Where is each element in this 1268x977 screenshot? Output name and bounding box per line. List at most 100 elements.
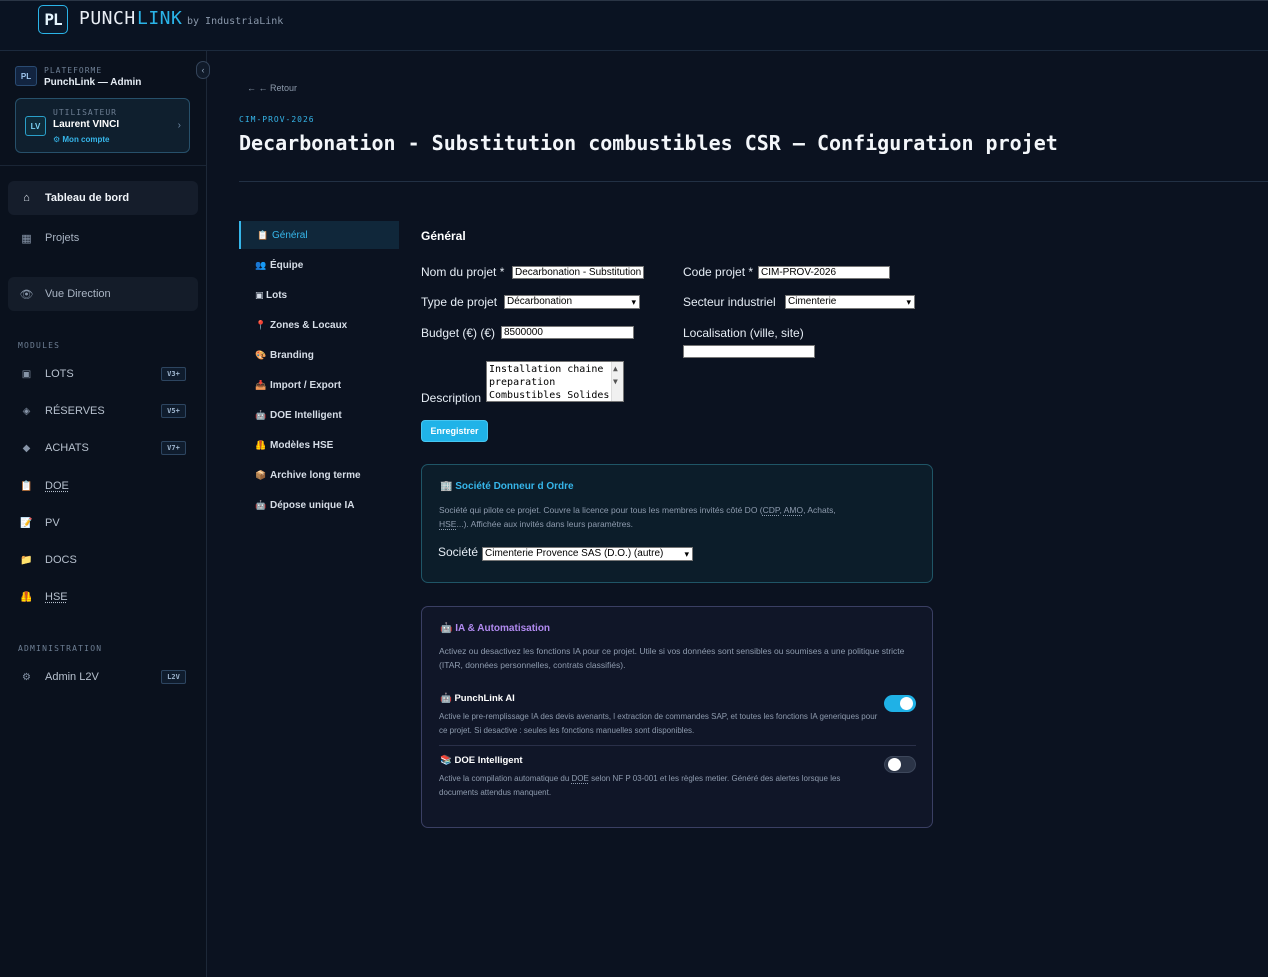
tab-lots[interactable]: ▣ Lots [239, 281, 399, 309]
page-title: Decarbonation - Substitution combustible… [239, 131, 1058, 155]
main-content: ← ← Retour CIM-PROV-2026 Decarbonation -… [207, 51, 1268, 977]
card-title: 🤖 IA & Automatisation [440, 623, 551, 634]
tab-doe-intelligent[interactable]: 🤖 DOE Intelligent [239, 401, 399, 429]
desc-text: , Achats, [803, 505, 836, 515]
grid-icon: ▦ [21, 232, 32, 245]
save-button[interactable]: Enregistrer [421, 420, 488, 442]
version-badge: V5+ [161, 404, 186, 418]
user-card[interactable]: LV UTILISATEUR Laurent VINCI ⚙ Mon compt… [15, 98, 190, 153]
eye-icon: 👁 [19, 288, 34, 301]
chevron-right-icon: › [177, 120, 181, 131]
sidebar-item-label: ACHATS [45, 442, 89, 454]
clipboard-icon: 📋 [257, 229, 269, 240]
section-title: Général [421, 229, 466, 243]
my-account-link[interactable]: ⚙ Mon compte [53, 135, 110, 144]
ia-automation-card: 🤖 IA & Automatisation Activez ou desacti… [421, 606, 933, 828]
doe-intelligent-toggle[interactable] [884, 756, 916, 773]
arrow-down-icon[interactable]: ▼ [613, 375, 618, 388]
sidebar-item-label: DOCS [45, 554, 77, 566]
punchlink-ai-description: Active le pre-remplissage IA des devis a… [439, 712, 878, 735]
safety-vest-icon: 🦺 [255, 439, 267, 450]
sidebar-item-label: Vue Direction [45, 288, 111, 300]
project-name-input[interactable]: Decarbonation - Substitution combustible… [512, 266, 644, 279]
tab-label: Import / Export [270, 379, 342, 391]
abbr-amo: AMO [783, 505, 804, 515]
description-value: Installation chaine preparation Combusti… [489, 364, 610, 401]
pin-icon: 📍 [255, 319, 267, 330]
desc-text: Active la compilation automatique du [439, 774, 572, 783]
option-divider [439, 745, 916, 746]
sidebar-item-label: Projets [45, 232, 80, 244]
avatar: LV [25, 116, 46, 136]
sidebar-item-dashboard[interactable]: ⌂ Tableau de bord [8, 181, 198, 215]
sidebar-item-projects[interactable]: ▦ Projets [8, 221, 198, 255]
tab-label: Équipe [270, 259, 304, 271]
sidebar-item-label: DOE [45, 480, 69, 492]
tab-branding[interactable]: 🎨 Branding [239, 341, 399, 369]
sidebar-item-label: PV [45, 517, 60, 529]
tab-import-export[interactable]: 📥 Import / Export [239, 371, 399, 399]
project-code-input[interactable]: CIM-PROV-2026 [758, 266, 890, 279]
desc-text: ...). Affichée aux invités dans leurs pa… [456, 519, 634, 529]
modules-section-label: MODULES [18, 341, 61, 350]
sidebar-item-hse[interactable]: 🦺 HSE [8, 582, 198, 612]
reserves-icon: ◈ [22, 405, 31, 417]
sidebar-item-pv[interactable]: 📝 PV [8, 508, 198, 538]
clipboard-icon: 📋 [20, 480, 33, 492]
budget-input[interactable]: 8500000 [501, 326, 634, 339]
sidebar-item-reserves[interactable]: ◈ RÉSERVES V5+ [8, 396, 198, 426]
tab-zones-locaux[interactable]: 📍 Zones & Locaux [239, 311, 399, 339]
sidebar-item-label: LOTS [45, 368, 74, 380]
back-link[interactable]: ← ← Retour [247, 83, 297, 93]
user-name: Laurent VINCI [53, 119, 120, 130]
package-icon: 📦 [255, 469, 267, 480]
sidebar-item-doe[interactable]: 📋 DOE [8, 471, 198, 501]
sidebar-divider [0, 165, 206, 166]
top-bar: PL PUNCH LINK by IndustriaLink [0, 0, 1268, 51]
sidebar-item-label: Admin L2V [45, 671, 99, 683]
project-code-label: Code projet * [683, 265, 754, 279]
folder-icon: 📁 [20, 554, 33, 566]
location-input[interactable] [683, 345, 815, 358]
tab-label: DOE Intelligent [270, 409, 342, 421]
industry-sector-value: Cimenterie [788, 296, 837, 307]
tab-equipe[interactable]: 👥 Équipe [239, 251, 399, 279]
brand-punch: PUNCH [79, 8, 136, 29]
tab-label: Zones & Locaux [270, 319, 348, 331]
brand-tagline: by IndustriaLink [187, 16, 284, 27]
tab-label: Général [272, 229, 308, 241]
sidebar-item-admin-l2v[interactable]: ⚙ Admin L2V L2V [8, 662, 198, 692]
doe-intelligent-description: Active la compilation automatique du DOE… [439, 772, 879, 800]
tab-label: Modèles HSE [270, 439, 334, 451]
punchlink-ai-title: 🤖 PunchLink AI [440, 693, 515, 704]
budget-label: Budget (€) (€) [421, 326, 496, 340]
tab-archive-long-terme[interactable]: 📦 Archive long terme [239, 461, 399, 489]
punchlink-ai-toggle[interactable] [884, 695, 916, 712]
abbr-cdp: CDP [762, 505, 780, 515]
industry-sector-label: Secteur industriel [683, 295, 776, 309]
project-type-label: Type de projet [421, 295, 498, 309]
tab-general[interactable]: 📋 Général [239, 221, 399, 249]
app-logo[interactable]: PL [38, 5, 68, 34]
societe-select[interactable]: Cimenterie Provence SAS (D.O.) (autre) ▾ [482, 547, 693, 561]
lots-icon: ▣ [255, 289, 264, 300]
tab-depose-unique-ia[interactable]: 🤖 Dépose unique IA [239, 491, 399, 519]
sidebar-item-docs[interactable]: 📁 DOCS [8, 545, 198, 575]
description-textarea[interactable]: Installation chaine preparation Combusti… [486, 361, 624, 402]
tab-modeles-hse[interactable]: 🦺 Modèles HSE [239, 431, 399, 459]
abbr-hse: HSE [439, 519, 457, 529]
textarea-scrollbar[interactable]: ▲ ▼ [611, 362, 623, 401]
chevron-down-icon: ▾ [906, 297, 911, 307]
lots-icon: ▣ [21, 368, 32, 380]
sidebar-item-achats[interactable]: ◆ ACHATS V7+ [8, 433, 198, 463]
sidebar-item-vue-direction[interactable]: 👁 Vue Direction [8, 277, 198, 311]
project-code: CIM-PROV-2026 [239, 115, 315, 124]
sidebar-item-lots[interactable]: ▣ LOTS V3+ [8, 359, 198, 389]
project-type-select[interactable]: Décarbonation ▾ [504, 295, 640, 309]
arrow-up-icon[interactable]: ▲ [613, 362, 618, 375]
card-description: Société qui pilote ce projet. Couvre la … [439, 503, 909, 531]
toggle-knob [888, 758, 901, 771]
brand-link: LINK [137, 8, 183, 29]
industry-sector-select[interactable]: Cimenterie ▾ [785, 295, 915, 309]
card-title: 🏢 Société Donneur d Ordre [440, 481, 574, 492]
